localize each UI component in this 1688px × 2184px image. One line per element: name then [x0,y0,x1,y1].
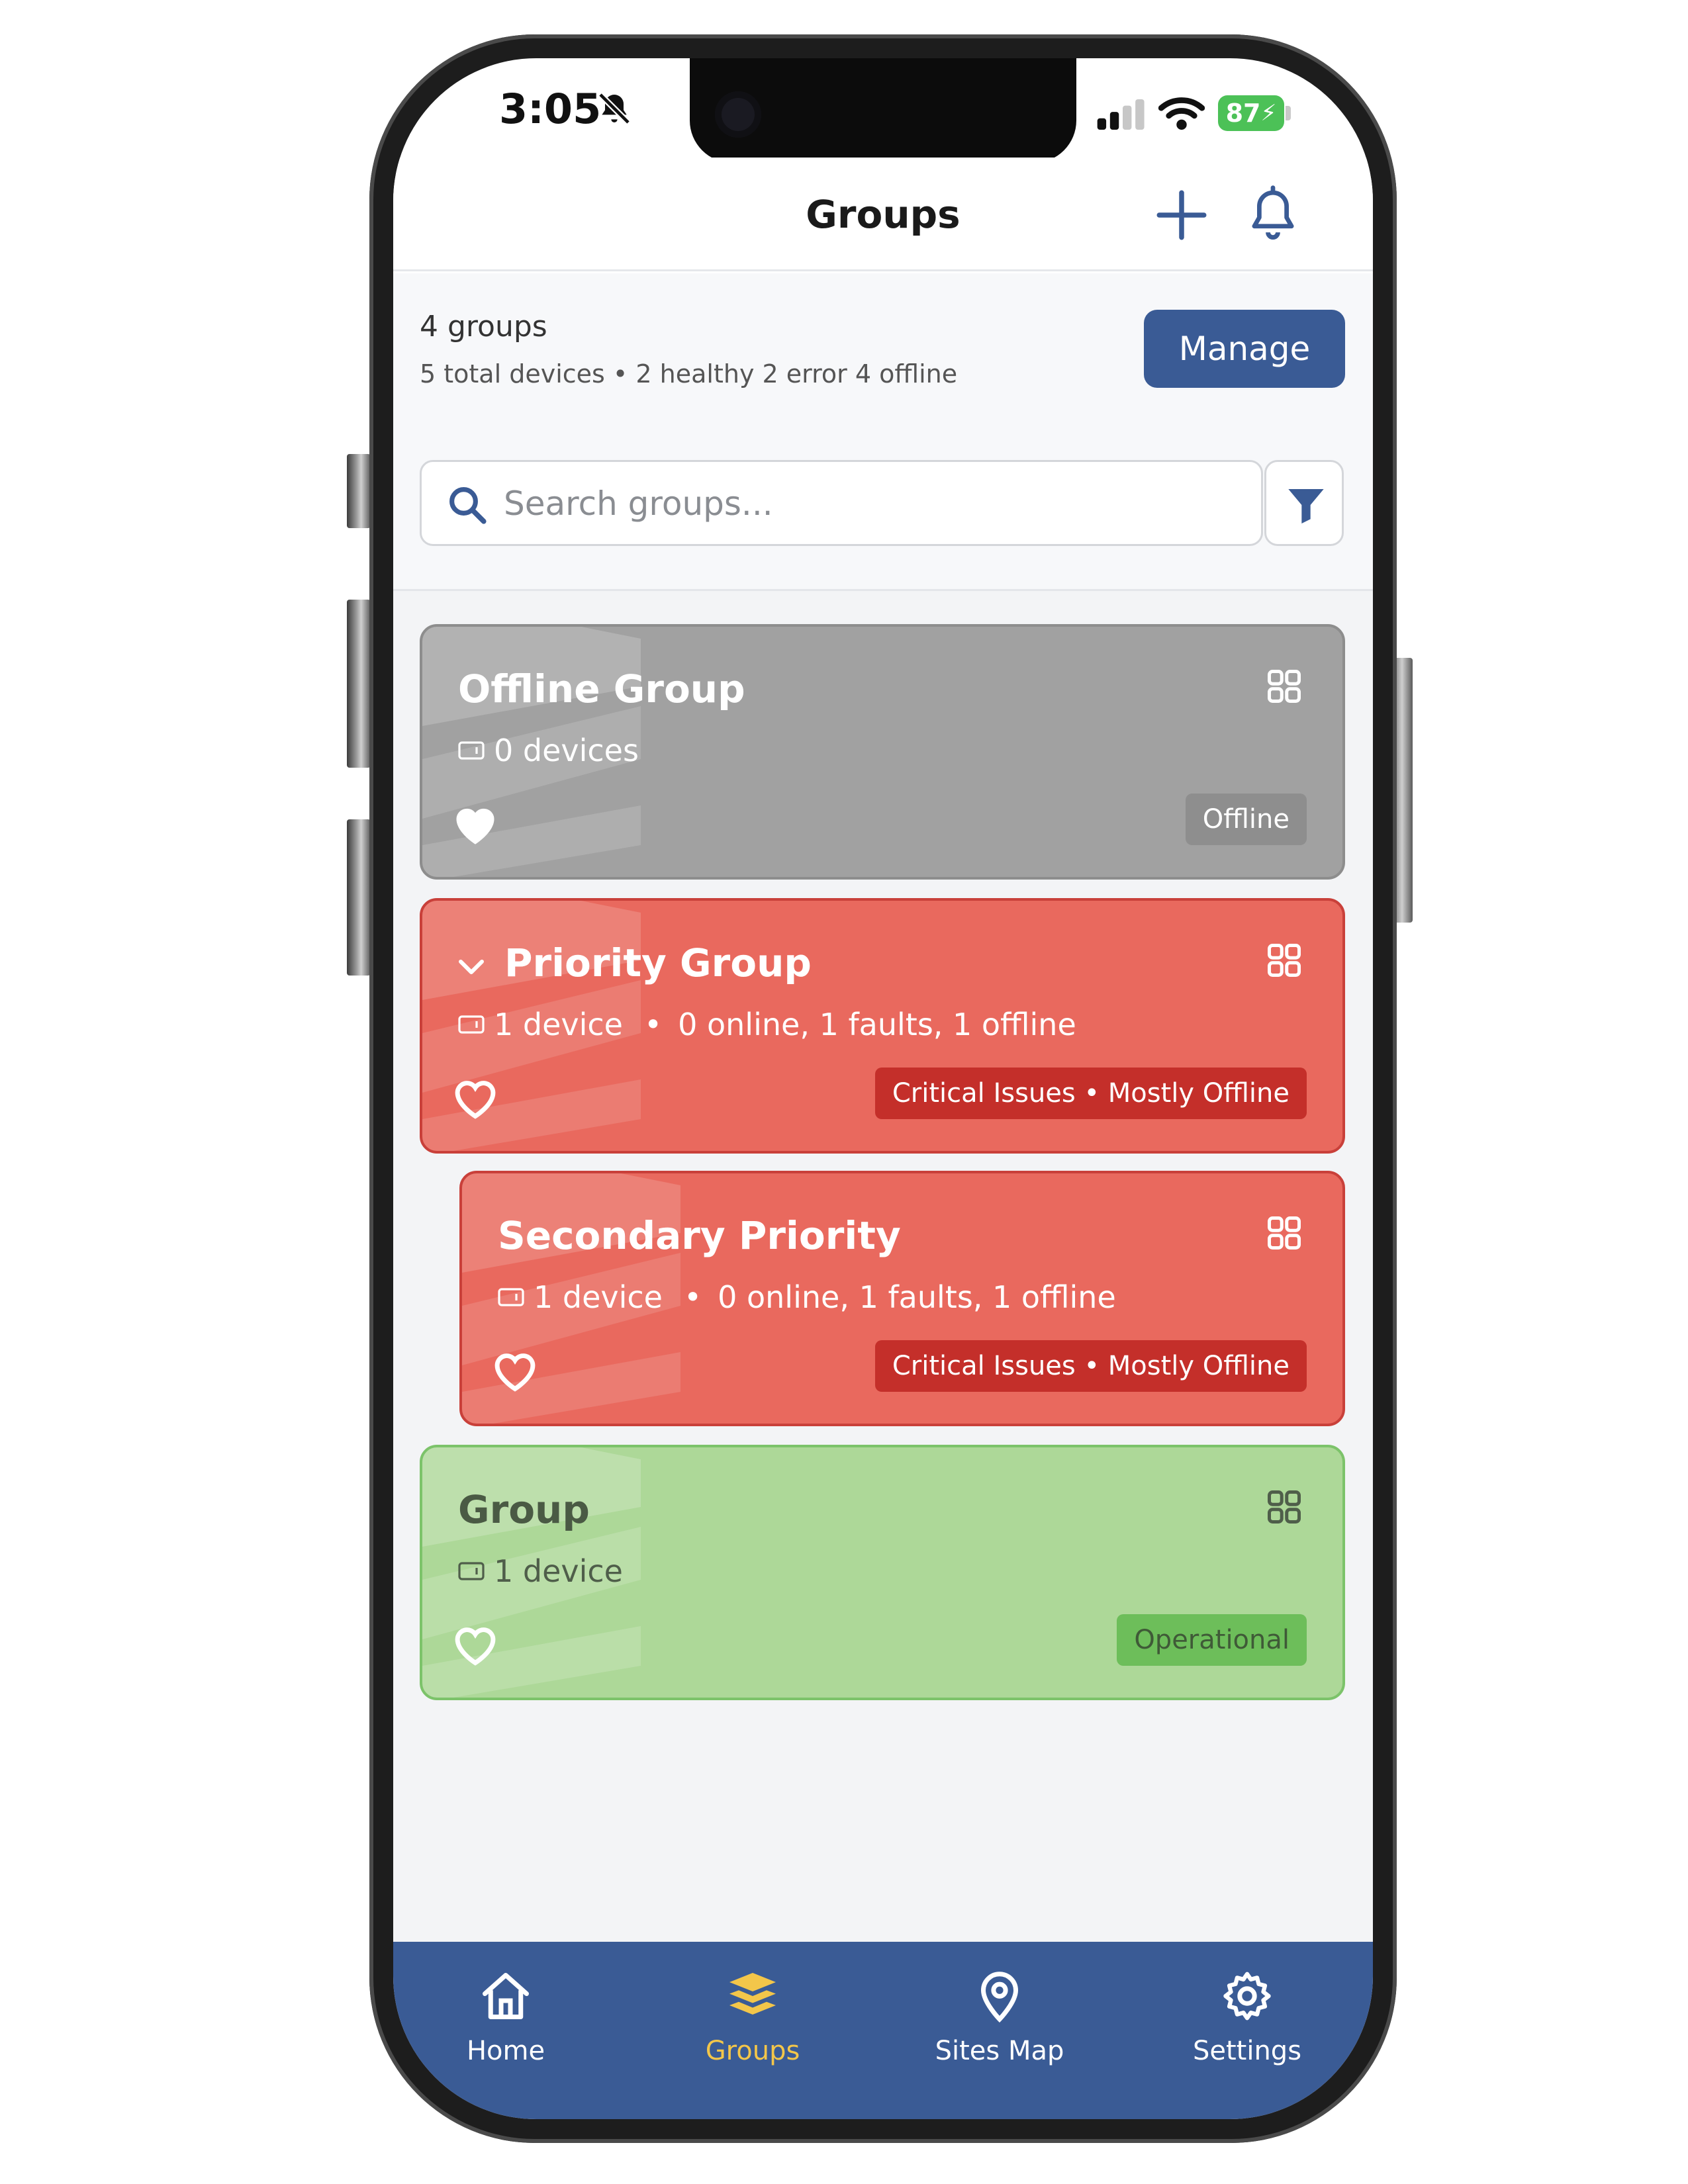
status-bar: 3:05 87 ⚡ [393,58,1373,163]
tab-label: Sites Map [935,2036,1064,2066]
separator-dot: • [643,1007,663,1042]
battery-indicator: 87 ⚡ [1218,95,1284,131]
device-count: 1 device [494,1007,623,1042]
search-icon [449,487,487,524]
status-time: 3:05 [499,85,602,133]
tab-label: Settings [1192,2036,1302,2066]
device-summary: 1 device [458,1553,623,1589]
device-icon [458,1015,485,1034]
groups-summary: 4 groups 5 total devices • 2 healthy 2 e… [393,273,1373,591]
tab-label: Groups [705,2036,800,2066]
status-badge: Critical Issues • Mostly Offline [874,1068,1307,1119]
phone-screen: 3:05 87 ⚡ Groups 4 groups 5 total device… [393,58,1373,2119]
status-badge: Offline [1185,794,1307,845]
chevron-down-icon[interactable] [455,954,487,980]
device-details: 0 online, 1 faults, 1 offline [678,1007,1076,1042]
bottom-tab-bar: Home Groups Sites Map Settings [393,1942,1373,2119]
tab-sites-map[interactable]: Sites Map [914,1968,1086,2087]
map-pin-icon [980,1972,1019,2023]
signal-icon [1097,99,1145,130]
tab-settings[interactable]: Settings [1161,1968,1333,2087]
device-summary: 1 device • 0 online, 1 faults, 1 offline [498,1279,1116,1315]
device-count: 1 device [494,1553,623,1589]
home-icon [483,1973,529,2019]
charging-icon: ⚡ [1260,100,1277,126]
layers-icon [729,1973,776,2015]
tab-home[interactable]: Home [420,1968,592,2087]
group-count: 4 groups [420,310,547,343]
bell-icon[interactable] [1243,184,1303,244]
group-name: Offline Group [458,666,745,711]
search-input[interactable]: Search groups... [420,460,1263,546]
group-card-secondary[interactable]: Secondary Priority 1 device • 0 online, … [459,1171,1345,1426]
group-card-group[interactable]: Group 1 device Operational [420,1445,1345,1700]
group-card-priority[interactable]: Priority Group 1 device • 0 online, 1 fa… [420,898,1345,1154]
phone-frame: 3:05 87 ⚡ Groups 4 groups 5 total device… [369,34,1397,2143]
group-name: Group [458,1487,590,1532]
device-icon [458,741,485,760]
volume-up-button [347,600,371,768]
add-icon[interactable] [1152,185,1211,245]
device-icon [458,1562,485,1580]
battery-tip [1286,106,1291,120]
group-stats: 5 total devices • 2 healthy 2 error 4 of… [420,359,958,388]
filter-button[interactable] [1264,460,1344,546]
heart-outline-icon[interactable] [450,1621,500,1667]
device-count: 0 devices [494,733,639,768]
groups-content: 4 groups 5 total devices • 2 healthy 2 e… [393,273,1373,1942]
bell-off-icon [598,92,631,125]
device-icon [498,1288,524,1306]
search-placeholder: Search groups... [504,484,773,523]
grid-icon[interactable] [1264,940,1304,980]
volume-down-button [347,819,371,976]
manage-button[interactable]: Manage [1144,310,1345,388]
group-name: Secondary Priority [498,1213,901,1258]
tab-groups[interactable]: Groups [667,1968,839,2087]
status-badge: Critical Issues • Mostly Offline [874,1340,1307,1392]
grid-icon[interactable] [1264,1487,1304,1527]
grid-icon[interactable] [1264,1213,1304,1253]
front-camera [715,91,761,138]
status-badge: Operational [1117,1614,1307,1666]
tab-label: Home [466,2036,545,2066]
wifi-icon [1158,97,1205,130]
filter-icon [1288,489,1324,523]
app-header: Groups [393,158,1373,271]
gear-icon [1223,1972,1271,2021]
group-card-offline[interactable]: Offline Group 0 devices Offline [420,624,1345,880]
device-summary: 0 devices [458,733,639,768]
battery-level: 87 [1225,99,1261,128]
heart-outline-icon[interactable] [450,1074,500,1120]
device-details: 0 online, 1 faults, 1 offline [718,1279,1116,1315]
device-summary: 1 device • 0 online, 1 faults, 1 offline [458,1007,1076,1042]
page-title: Groups [806,192,961,237]
grid-icon[interactable] [1264,666,1304,706]
separator-dot: • [683,1279,702,1315]
heart-outline-icon[interactable] [490,1347,540,1393]
device-count: 1 device [534,1279,663,1315]
heart-filled-icon[interactable] [450,800,500,846]
group-name: Priority Group [504,940,812,985]
silent-switch [347,454,371,528]
